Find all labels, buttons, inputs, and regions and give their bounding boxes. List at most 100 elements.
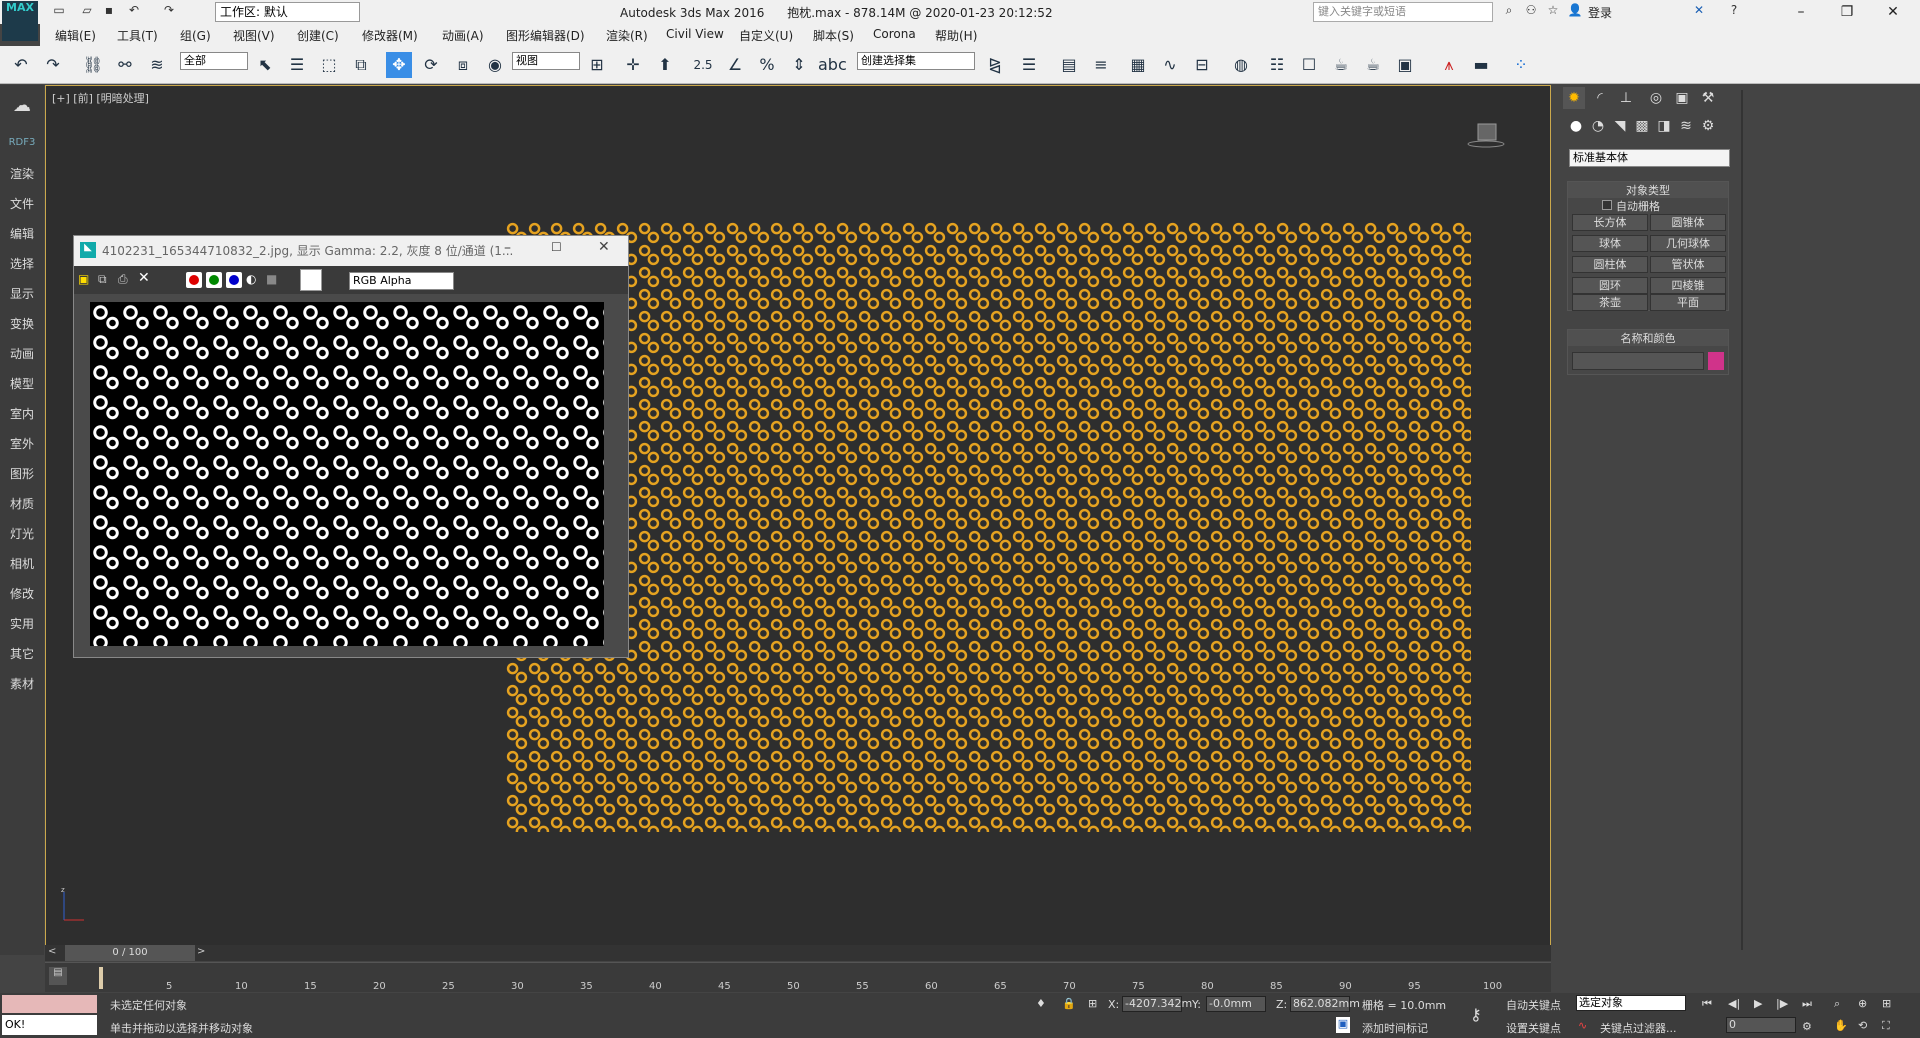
maximize-button[interactable]: ❐ (1824, 0, 1870, 24)
lock-selection-icon[interactable]: 🔒 (1062, 997, 1076, 1010)
z-coord-field[interactable]: 862.082mm (1290, 996, 1360, 1012)
select-move-icon[interactable]: ✥ (386, 52, 412, 78)
time-cursor[interactable] (99, 967, 103, 989)
window-crossing-icon[interactable]: ⧉ (348, 52, 374, 78)
cameras-icon[interactable]: ▩ (1631, 115, 1653, 137)
select-rotate-icon[interactable]: ⟳ (418, 52, 444, 78)
key-icon[interactable]: ⚷ (1470, 1005, 1482, 1024)
systems-icon[interactable]: ⚙ (1697, 115, 1719, 137)
play-icon[interactable]: ▶ (1754, 997, 1762, 1010)
auto-key-button[interactable]: 自动关键点 (1506, 997, 1561, 1013)
display-tab-icon[interactable]: ▣ (1671, 87, 1693, 109)
percent-snap-icon[interactable]: % (754, 52, 780, 78)
align-icon[interactable]: ☰ (1016, 52, 1042, 78)
strip-exterior[interactable]: 室外 (0, 435, 44, 452)
red-channel-button[interactable] (186, 272, 202, 288)
select-place-icon[interactable]: ◉ (482, 52, 508, 78)
rendered-image-window[interactable]: ◣ 4102231_165344710832_2.jpg, 显示 Gamma: … (73, 235, 629, 658)
menu-customize[interactable]: 自定义(U) (739, 27, 793, 44)
utilities-tab-icon[interactable]: ⚒ (1697, 87, 1719, 109)
add-time-tag[interactable]: 添加时间标记 (1362, 1020, 1428, 1036)
menu-group[interactable]: 组(G) (180, 27, 211, 44)
bind-spacewarp-icon[interactable]: ≋ (144, 52, 170, 78)
favorite-icon[interactable]: ☆ (1544, 3, 1562, 21)
open-file-icon[interactable]: ▱ (78, 3, 96, 21)
strip-model[interactable]: 模型 (0, 375, 44, 392)
minimize-button[interactable]: – (1778, 0, 1824, 24)
box-button[interactable]: 长方体 (1572, 214, 1648, 231)
viewcube-icon[interactable] (1466, 114, 1506, 154)
menu-tools[interactable]: 工具(T) (117, 27, 158, 44)
goto-end-icon[interactable]: ⏭ (1802, 997, 1812, 1011)
rollout-title[interactable]: 名称和颜色 (1568, 330, 1728, 346)
menu-edit[interactable]: 编辑(E) (55, 27, 96, 44)
user-icon[interactable]: 👤 (1566, 3, 1584, 21)
imgwin-minimize-button[interactable]: – (504, 240, 511, 256)
schematic-view-icon[interactable]: ⊟ (1189, 52, 1215, 78)
layer-manager-icon[interactable]: ≡ (1088, 52, 1114, 78)
menu-corona[interactable]: Corona (873, 27, 916, 41)
redo-icon[interactable]: ↷ (160, 3, 178, 21)
app-logo[interactable]: MAX (2, 1, 38, 41)
object-name-input[interactable] (1572, 352, 1704, 370)
mono-icon[interactable]: ◐ (246, 272, 256, 286)
background-swatch[interactable] (300, 269, 322, 291)
spinner-snap-icon[interactable]: ⇕ (786, 52, 812, 78)
print-icon[interactable]: ⎙ (118, 272, 128, 287)
rendered-frame-icon[interactable]: ☐ (1296, 52, 1322, 78)
menu-civil-view[interactable]: Civil View (666, 27, 724, 41)
strip-camera[interactable]: 相机 (0, 555, 44, 572)
tube-button[interactable]: 管状体 (1650, 256, 1726, 273)
time-slider[interactable]: < 0 / 100 > (45, 945, 1551, 961)
render-activeshade-icon[interactable]: ▣ (1392, 52, 1418, 78)
hierarchy-tab-icon[interactable]: ⊥ (1615, 87, 1637, 109)
search-input[interactable]: 键入关键字或短语 (1313, 2, 1493, 22)
geosphere-button[interactable]: 几何球体 (1650, 235, 1726, 252)
plane-button[interactable]: 平面 (1650, 294, 1726, 311)
clear-icon[interactable]: ✕ (138, 270, 150, 286)
pivot-center-icon[interactable]: ⊞ (584, 52, 610, 78)
menu-rendering[interactable]: 渲染(R) (606, 27, 648, 44)
scene-explorer-icon[interactable]: ▤ (1056, 52, 1082, 78)
prev-frame-icon[interactable]: < (48, 946, 56, 957)
workspace-select[interactable]: 工作区: 默认 (215, 2, 360, 22)
geometry-icon[interactable]: ● (1565, 115, 1587, 137)
snap-toggle-icon[interactable]: 2.5 (690, 52, 716, 78)
menu-create[interactable]: 创建(C) (297, 27, 339, 44)
alpha-icon[interactable]: ■ (266, 272, 277, 286)
strip-shapes[interactable]: 图形 (0, 465, 44, 482)
goto-start-icon[interactable]: ⏮ (1702, 997, 1712, 1011)
create-tab-icon[interactable]: ✹ (1563, 87, 1585, 109)
teapot-button[interactable]: 茶壶 (1572, 294, 1648, 311)
clone-window-icon[interactable]: ⧉ (98, 272, 107, 287)
particles-icon[interactable]: ⁘ (1508, 52, 1534, 78)
render-iterative-icon[interactable]: ☕ (1360, 52, 1386, 78)
menu-modifiers[interactable]: 修改器(M) (362, 27, 418, 44)
green-channel-button[interactable] (206, 272, 222, 288)
isolate-icon[interactable]: ♦ (1036, 997, 1046, 1010)
next-key-icon[interactable]: |▶ (1776, 997, 1788, 1010)
mini-curve-icon[interactable]: ▤ (49, 967, 67, 985)
select-by-name-icon[interactable]: ☰ (284, 52, 310, 78)
x-coord-field[interactable]: -4207.342m (1122, 996, 1192, 1012)
subscription-icon[interactable]: ⚇ (1522, 3, 1540, 21)
corona-icon[interactable]: ⩚ (1436, 52, 1462, 78)
strip-edit[interactable]: 编辑 (0, 225, 44, 242)
select-manipulate-icon[interactable]: ✛ (620, 52, 646, 78)
modify-tab-icon[interactable]: ◜ (1589, 87, 1611, 109)
undo-icon[interactable]: ↶ (8, 52, 34, 78)
named-selection-set[interactable]: 创建选择集 (857, 52, 975, 70)
motion-tab-icon[interactable]: ◎ (1645, 87, 1667, 109)
sphere-button[interactable]: 球体 (1572, 235, 1648, 252)
torus-button[interactable]: 圆环 (1572, 277, 1648, 294)
select-object-icon[interactable]: ⬉ (252, 52, 278, 78)
selection-filter-select[interactable]: 全部 (180, 52, 248, 70)
spacewarps-icon[interactable]: ≋ (1675, 115, 1697, 137)
current-frame-field[interactable]: 0 (1726, 1017, 1796, 1033)
material-editor-icon[interactable]: ◍ (1228, 52, 1254, 78)
mirror-icon[interactable]: ⧎ (982, 52, 1008, 78)
rollout-title[interactable]: 对象类型 (1568, 182, 1728, 198)
strip-other[interactable]: 其它 (0, 645, 44, 662)
new-file-icon[interactable]: ▭ (50, 3, 68, 21)
rect-selection-icon[interactable]: ⬚ (316, 52, 342, 78)
